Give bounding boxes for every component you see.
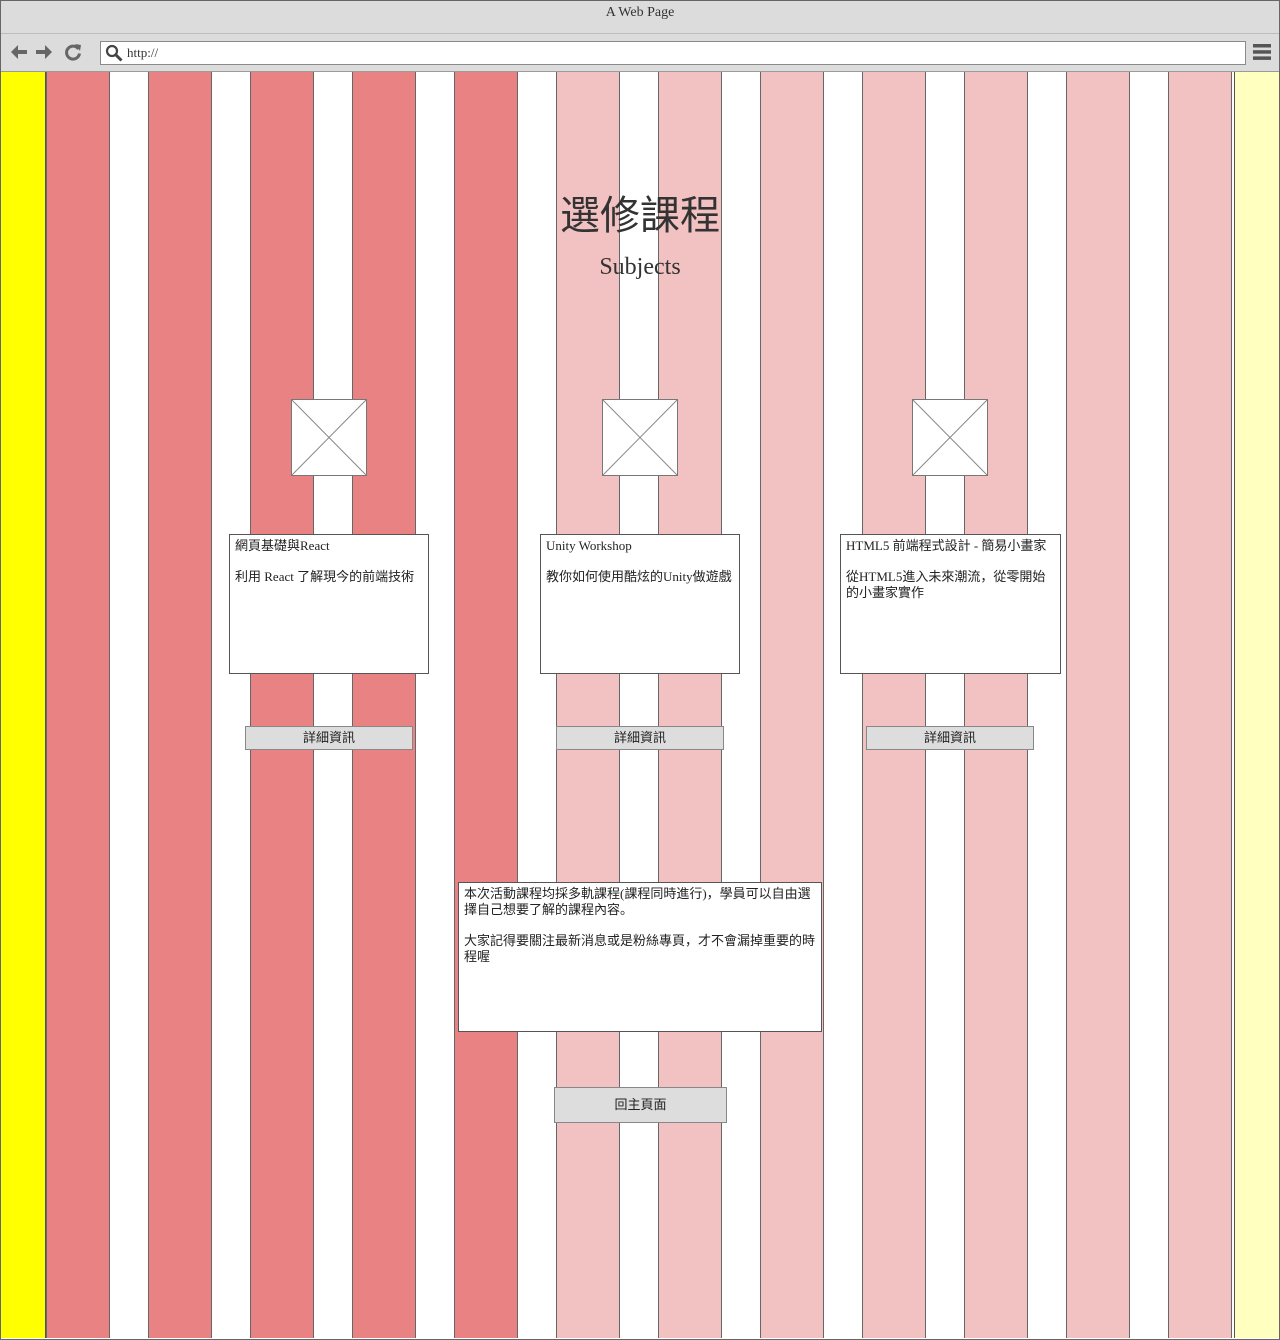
search-icon — [105, 44, 123, 62]
window-title: A Web Page — [605, 5, 675, 20]
course-details-button[interactable]: 詳細資訊 — [245, 726, 413, 750]
address-bar[interactable]: http:// — [100, 41, 1246, 65]
course-card-unity: Unity Workshop 教你如何使用酷炫的Unity做遊戲 — [540, 534, 740, 674]
notice-paragraph: 本次活動課程均採多軌課程(課程同時進行)，學員可以自由選擇自己想要了解的課程內容… — [464, 886, 811, 917]
course-notice-box: 本次活動課程均採多軌課程(課程同時進行)，學員可以自由選擇自己想要了解的課程內容… — [458, 882, 822, 1032]
course-details-button[interactable]: 詳細資訊 — [556, 726, 724, 750]
page-viewport: 選修課程 Subjects 網頁基礎與React 利用 React 了解現今的前… — [1, 72, 1279, 1338]
course-details-button[interactable]: 詳細資訊 — [866, 726, 1034, 750]
page-subtitle: Subjects — [599, 254, 681, 280]
course-image-placeholder — [602, 399, 678, 476]
hamburger-menu-icon[interactable] — [1253, 44, 1271, 60]
browser-toolbar: http:// — [1, 34, 1279, 72]
course-description: 從HTML5進入未來潮流，從零開始的小畫家實作 — [846, 569, 1046, 600]
notice-paragraph: 大家記得要關注最新消息或是粉絲專頁，才不會漏掉重要的時程喔 — [464, 933, 816, 964]
course-image-placeholder — [912, 399, 988, 476]
reload-icon[interactable] — [63, 42, 83, 62]
window-title-bar: A Web Page — [1, 1, 1279, 34]
course-image-placeholder — [291, 399, 367, 476]
page-title: 選修課程 — [560, 193, 720, 238]
address-url: http:// — [127, 45, 159, 60]
course-card-html5: HTML5 前端程式設計 - 簡易小畫家 從HTML5進入未來潮流，從零開始的小… — [840, 534, 1061, 674]
course-name: 網頁基礎與React — [235, 538, 330, 553]
course-description: 教你如何使用酷炫的Unity做遊戲 — [546, 569, 732, 584]
course-name: Unity Workshop — [546, 538, 632, 553]
back-arrow-icon[interactable] — [9, 42, 29, 62]
forward-arrow-icon[interactable] — [34, 42, 54, 62]
course-description: 利用 React 了解現今的前端技術 — [235, 569, 415, 584]
course-card-react: 網頁基礎與React 利用 React 了解現今的前端技術 — [229, 534, 429, 674]
course-name: HTML5 前端程式設計 - 簡易小畫家 — [846, 538, 1047, 553]
back-to-home-button[interactable]: 回主頁面 — [554, 1087, 727, 1123]
